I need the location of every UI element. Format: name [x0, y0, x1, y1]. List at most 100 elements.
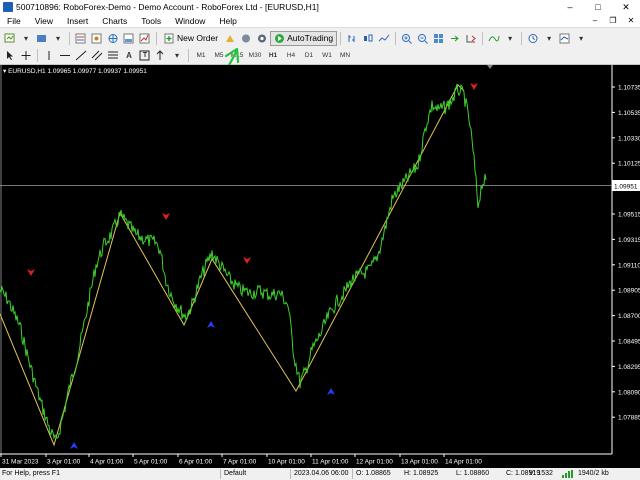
price-axis-label: 1.09515: [618, 212, 640, 219]
periods-icon[interactable]: [526, 31, 540, 45]
timeframe-d1[interactable]: D1: [301, 49, 317, 63]
strategy-tester-icon[interactable]: [138, 31, 152, 45]
fibonacci-icon[interactable]: [106, 49, 120, 63]
signals-icon[interactable]: [239, 31, 253, 45]
price-axis-label: 1.09315: [618, 237, 640, 244]
menu-view[interactable]: View: [28, 14, 60, 28]
indicators-icon[interactable]: [487, 31, 501, 45]
menu-charts[interactable]: Charts: [95, 14, 134, 28]
menu-file[interactable]: File: [0, 14, 28, 28]
menu-insert[interactable]: Insert: [60, 14, 95, 28]
tile-windows-icon[interactable]: [432, 31, 446, 45]
timeframe-w1[interactable]: W1: [319, 49, 335, 63]
data-window-icon[interactable]: [90, 31, 104, 45]
status-help-text: For Help, press F1: [2, 470, 60, 477]
timeframe-m5[interactable]: M5: [211, 49, 227, 63]
menu-window[interactable]: Window: [168, 14, 212, 28]
new-chart-icon[interactable]: [3, 31, 17, 45]
autotrading-label: AutoTrading: [287, 33, 334, 43]
trendline-icon[interactable]: [74, 49, 88, 63]
price-axis-label: 1.10330: [618, 135, 640, 142]
market-watch-icon[interactable]: [74, 31, 88, 45]
time-axis-label: 7 Apr 01:00: [223, 459, 257, 466]
zoom-out-icon[interactable]: [416, 31, 430, 45]
line-chart-icon[interactable]: [377, 31, 391, 45]
separator: [69, 31, 70, 45]
price-line: [0, 83, 487, 440]
status-low: L: 1.08860: [456, 470, 490, 477]
new-order-button[interactable]: New Order: [160, 31, 222, 46]
time-axis-label: 11 Apr 01:00: [312, 459, 349, 466]
minimize-button[interactable]: –: [556, 0, 584, 14]
price-axis-label: 1.09110: [618, 262, 640, 269]
timeframe-h4[interactable]: H4: [283, 49, 299, 63]
text-tool-icon[interactable]: A: [122, 49, 136, 63]
templates-icon[interactable]: [558, 31, 572, 45]
autotrading-button[interactable]: AutoTrading: [270, 30, 338, 46]
status-high: H: 1.08925: [404, 470, 439, 477]
auto-scroll-icon[interactable]: [448, 31, 462, 45]
equidistant-channel-icon[interactable]: [90, 49, 104, 63]
dropdown-icon[interactable]: ▾: [542, 31, 556, 45]
separator: [352, 469, 353, 479]
fractal-arrows: [27, 83, 478, 449]
dropdown-icon[interactable]: ▾: [51, 31, 65, 45]
price-axis-label: 1.10125: [618, 161, 640, 168]
metaeditor-icon[interactable]: [223, 31, 237, 45]
time-axis-label: 31 Mar 2023: [2, 459, 39, 466]
close-button[interactable]: ✕: [612, 0, 640, 14]
status-open: O: 1.08865: [356, 470, 391, 477]
menu-tools[interactable]: Tools: [134, 14, 168, 28]
dropdown-icon[interactable]: ▾: [19, 31, 33, 45]
dropdown-icon[interactable]: ▾: [170, 49, 184, 63]
chart-shift-icon[interactable]: [464, 31, 478, 45]
cursor-icon[interactable]: [3, 49, 17, 63]
time-axis-label: 6 Apr 01:00: [179, 459, 213, 466]
connection-bars-icon: [562, 470, 576, 480]
status-profile[interactable]: Default: [224, 470, 246, 477]
chart-close-button[interactable]: ✕: [622, 16, 640, 25]
text-label-icon[interactable]: T: [138, 49, 152, 63]
timeframe-m1[interactable]: M1: [193, 49, 209, 63]
timeframe-mn[interactable]: MN: [337, 49, 353, 63]
arrows-icon[interactable]: [154, 49, 168, 63]
price-chart[interactable]: 1.107351.105351.103301.101251.097201.095…: [0, 65, 640, 468]
price-axis-label: 1.08905: [618, 288, 640, 295]
price-axis-label: 1.07885: [618, 415, 640, 422]
autotrading-icon: [275, 33, 285, 43]
timeframe-m30[interactable]: M30: [247, 49, 263, 63]
crosshair-icon[interactable]: [19, 49, 33, 63]
market-icon[interactable]: [255, 31, 269, 45]
zoom-in-icon[interactable]: [400, 31, 414, 45]
chart-restore-button[interactable]: ❐: [604, 16, 622, 25]
dropdown-icon[interactable]: ▾: [574, 31, 588, 45]
chart-shift-marker: [487, 65, 493, 69]
profiles-icon[interactable]: [35, 31, 49, 45]
down-arrow-icon: [243, 257, 251, 264]
time-axis-label: 14 Apr 01:00: [445, 459, 482, 466]
price-axis-label: 1.08295: [618, 364, 640, 371]
down-arrow-icon: [470, 83, 478, 90]
bar-chart-icon[interactable]: [345, 31, 359, 45]
chart-window[interactable]: 1.107351.105351.103301.101251.097201.095…: [0, 65, 640, 468]
navigator-icon[interactable]: [106, 31, 120, 45]
separator: [188, 49, 189, 62]
chart-symbol-line: EURUSD,H1 1.09965 1.09977 1.09937 1.0995…: [8, 68, 147, 75]
price-axis-label: 1.10735: [618, 85, 640, 92]
time-axis-label: 4 Apr 01:00: [90, 459, 124, 466]
menu-bar: File View Insert Charts Tools Window Hel…: [0, 14, 640, 28]
vertical-line-icon[interactable]: [42, 49, 56, 63]
candlesticks-icon[interactable]: [361, 31, 375, 45]
text-label-tool-label: T: [142, 52, 148, 59]
separator: [290, 469, 291, 479]
timeframe-h1[interactable]: H1: [265, 49, 281, 63]
horizontal-line-icon[interactable]: [58, 49, 72, 63]
terminal-icon[interactable]: [122, 31, 136, 45]
timeframe-m15[interactable]: M15: [229, 49, 245, 63]
chart-indicator-icon: ▾: [3, 68, 7, 75]
chart-minimize-button[interactable]: –: [586, 16, 604, 25]
maximize-button[interactable]: □: [584, 0, 612, 14]
menu-help[interactable]: Help: [212, 14, 243, 28]
title-bar: 50071089​6: RoboForex-Demo - Demo Accoun…: [0, 0, 640, 14]
dropdown-icon[interactable]: ▾: [503, 31, 517, 45]
